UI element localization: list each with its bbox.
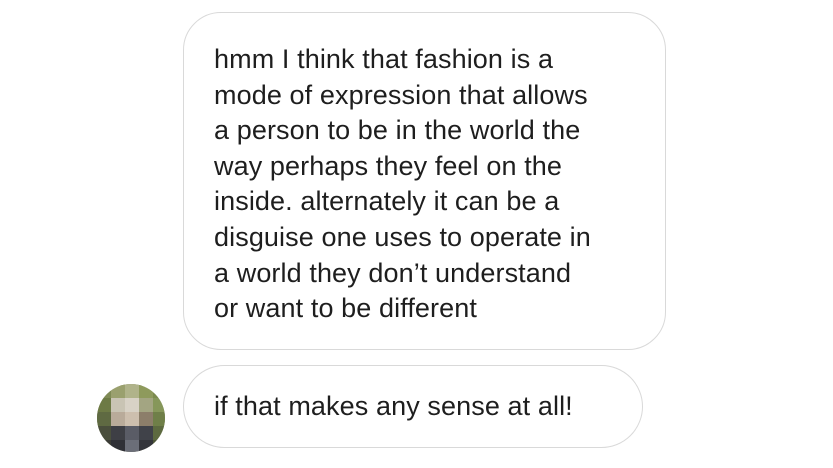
message-text-line: way perhaps they feel on the — [214, 150, 563, 181]
message-text-line: inside. alternately it can be a — [214, 186, 560, 217]
message-text-line: if that makes any sense at all! — [214, 391, 573, 421]
pixelated-profile-photo-icon — [97, 384, 165, 452]
message-text-line: disguise one uses to operate in — [214, 221, 591, 252]
sender-avatar[interactable] — [97, 384, 165, 452]
message-text-line: mode of expression that allows — [214, 79, 588, 110]
message-text-line: or want to be different — [214, 293, 477, 324]
message-text-line: hmm I think that fashion is a — [214, 44, 554, 74]
message-bubble[interactable]: if that makes any sense at all! — [183, 365, 643, 448]
message-bubble[interactable]: hmm I think that fashion is a mode of ex… — [183, 12, 666, 350]
message-text-line: a person to be in the world the — [214, 115, 581, 146]
message-text-line: a world they don’t understand — [214, 257, 572, 288]
